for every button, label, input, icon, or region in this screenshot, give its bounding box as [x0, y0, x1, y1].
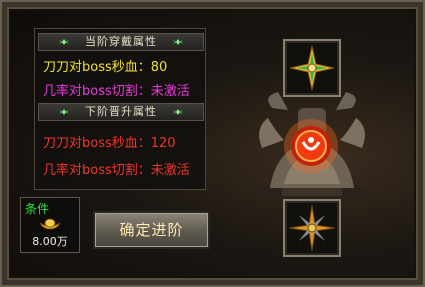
green-gem-icon: [59, 107, 69, 117]
current-attr-boss-damage: 刀刀对boss秒血：80: [43, 60, 168, 75]
shuriken-icon: [289, 45, 335, 91]
next-attributes-header: 下阶晋升属性: [38, 103, 204, 121]
condition-box: 条件 8.00万: [20, 197, 80, 253]
condition-label: 条件: [25, 202, 50, 216]
confirm-advance-button[interactable]: 确定进阶: [93, 211, 210, 249]
current-weapon-slot[interactable]: [283, 39, 341, 97]
current-attr-boss-cut: 几率对boss切割：未激活: [43, 84, 190, 99]
green-gem-icon: [173, 107, 183, 117]
next-weapon-slot[interactable]: [283, 199, 341, 257]
shuriken-icon: [288, 204, 336, 252]
attribute-panel: 当阶穿戴属性 刀刀对boss秒血：80 几率对boss切割：未激活 下阶晋升属性…: [34, 28, 206, 190]
next-attr-boss-cut: 几率对boss切割：未激活: [43, 163, 190, 178]
current-attributes-header: 当阶穿戴属性: [38, 33, 204, 51]
next-attributes-title: 下阶晋升属性: [85, 105, 157, 118]
condition-amount: 8.00万: [32, 235, 68, 248]
green-gem-icon: [173, 37, 183, 47]
glowing-orb-icon: [284, 119, 338, 173]
green-gem-icon: [59, 37, 69, 47]
next-attr-boss-damage: 刀刀对boss秒血：120: [43, 136, 176, 151]
current-attributes-title: 当阶穿戴属性: [85, 35, 157, 48]
